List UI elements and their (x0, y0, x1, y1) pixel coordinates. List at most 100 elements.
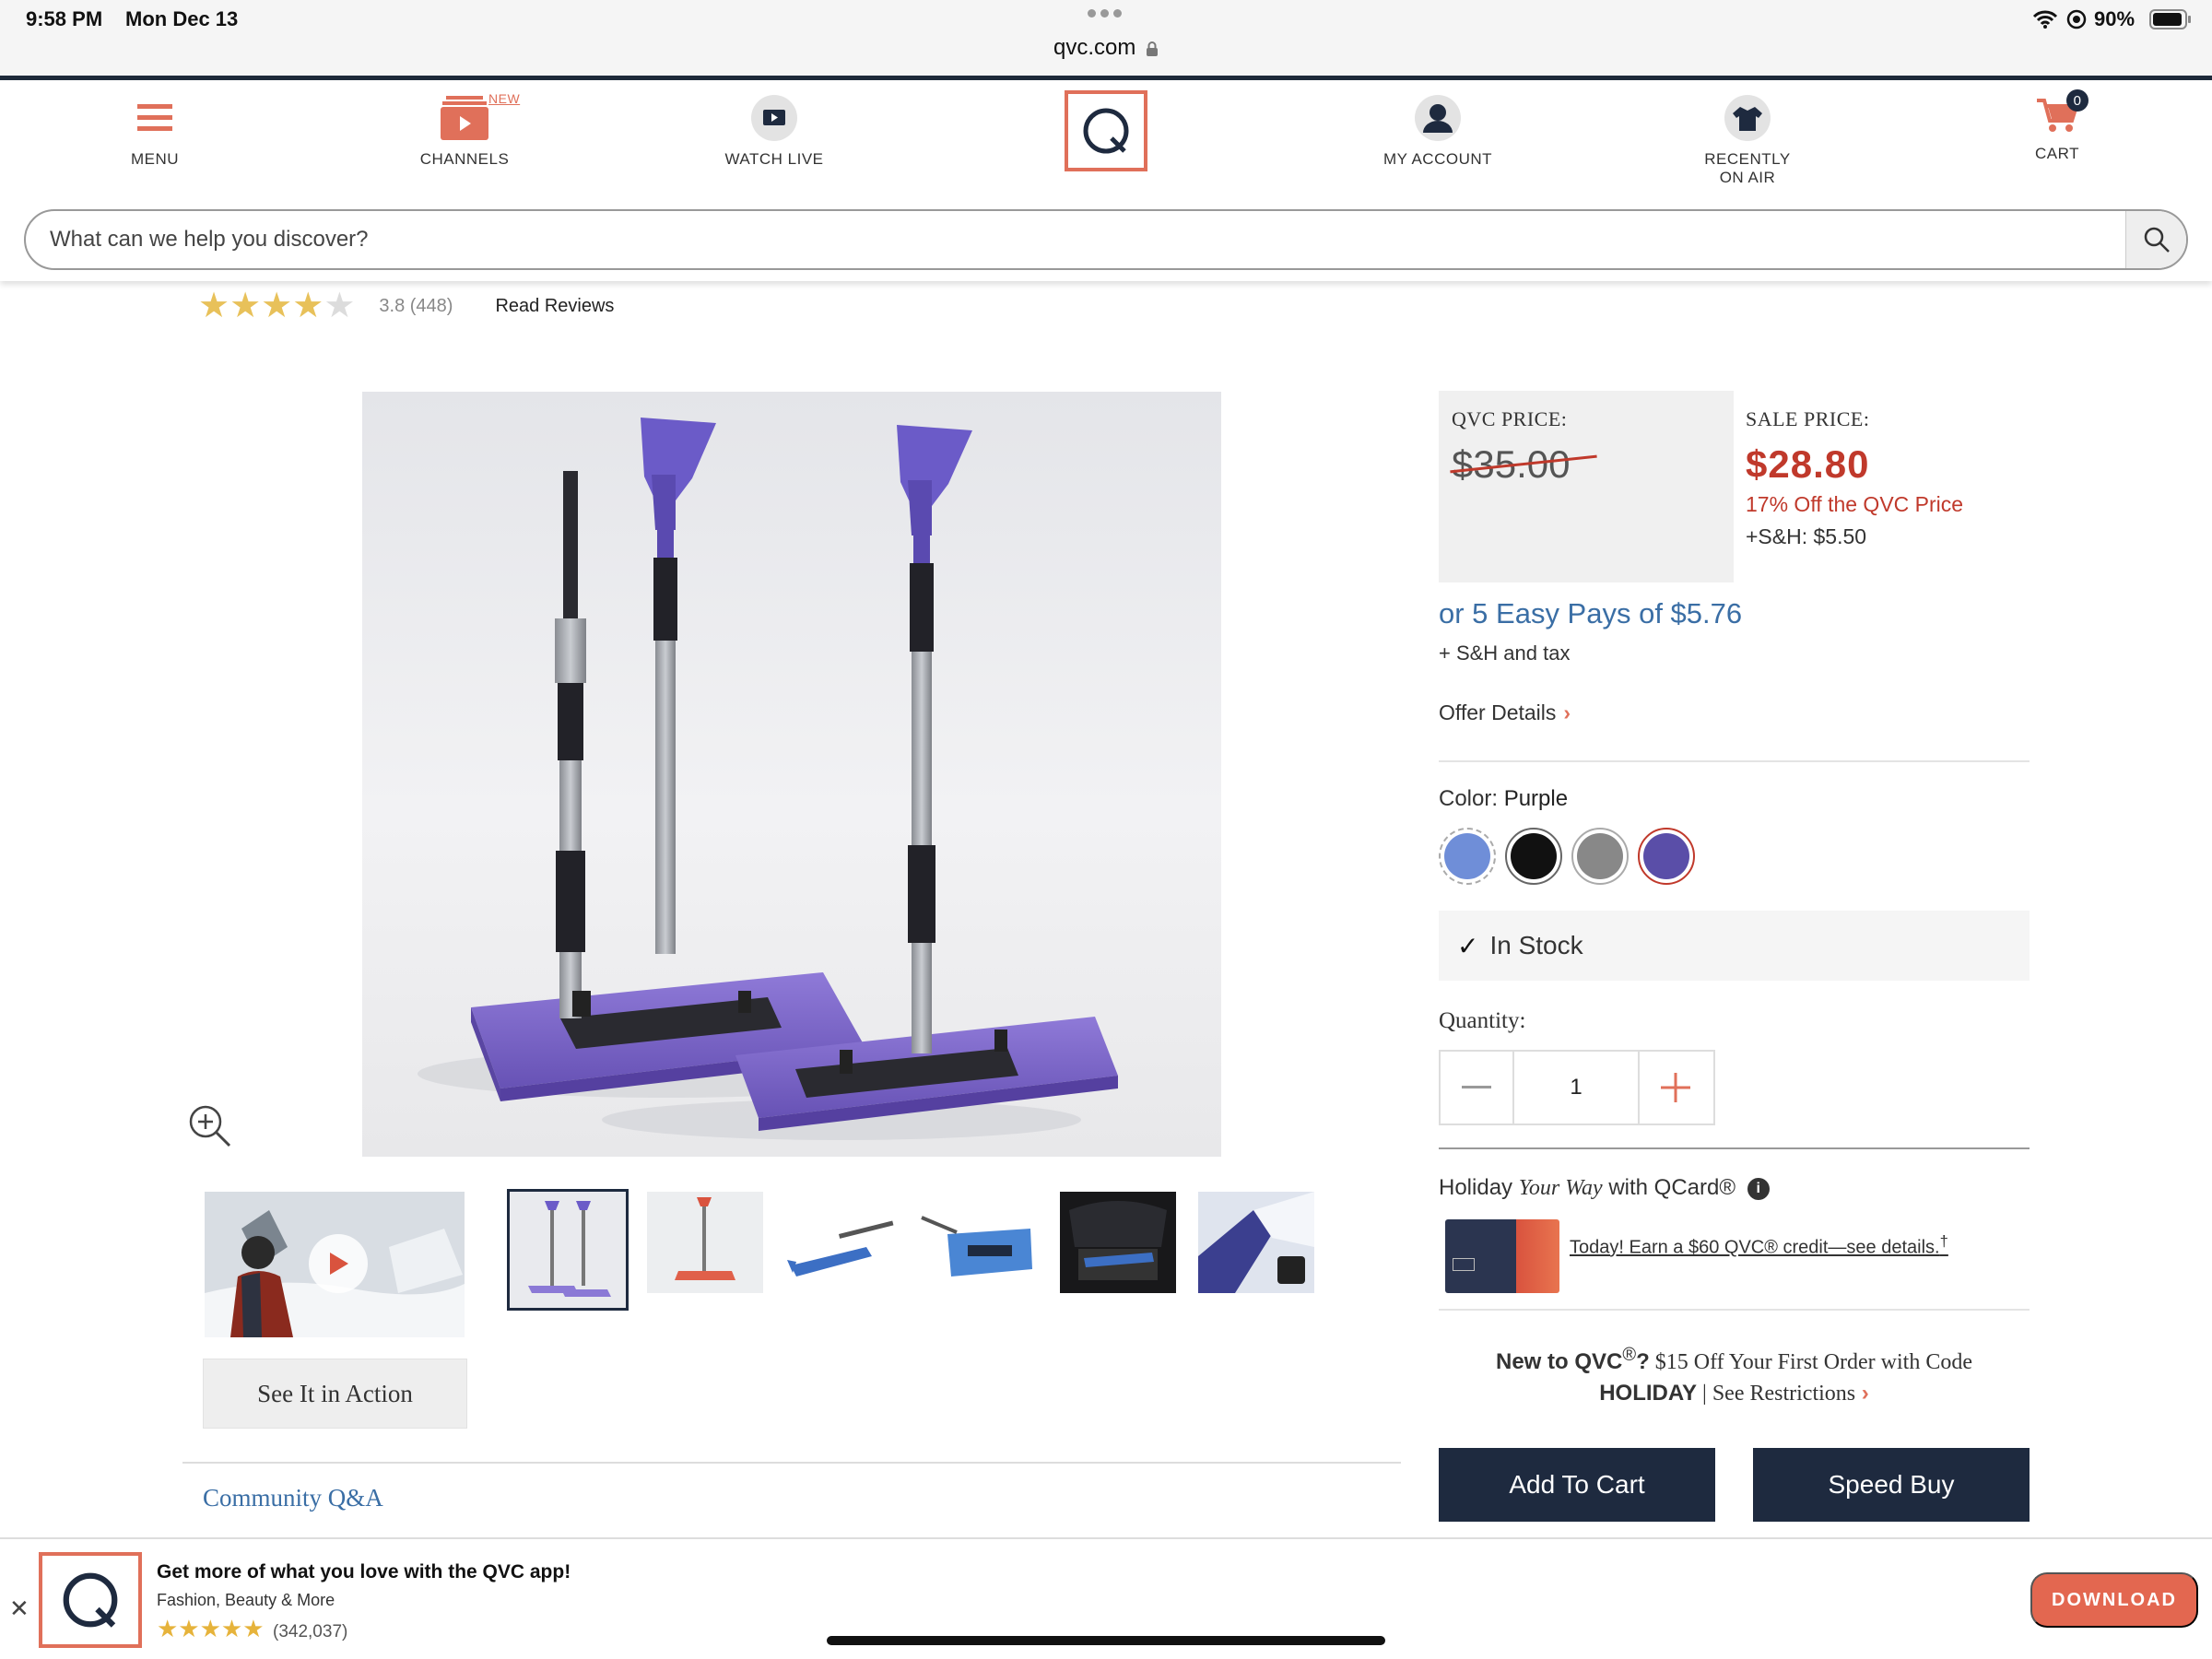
lock-icon (1147, 41, 1159, 56)
divider (1439, 1147, 2030, 1149)
recently-on-air-icon (1724, 95, 1771, 141)
qvc-price-value: $35.00 (1450, 442, 1597, 487)
qcard-heading-italic: Your Way (1518, 1176, 1603, 1200)
nav-watch-live-label: WATCH LIVE (724, 150, 824, 168)
home-indicator[interactable] (827, 1636, 1385, 1645)
promo-code: HOLIDAY (1599, 1381, 1697, 1406)
thumbnail-3[interactable] (783, 1192, 900, 1293)
rating-stars[interactable]: ★★★★★ (198, 288, 355, 324)
thumbnail-2[interactable] (647, 1192, 763, 1293)
nav-watch-live[interactable]: WATCH LIVE (673, 91, 876, 169)
search-input[interactable] (26, 211, 2081, 268)
add-to-cart-button[interactable]: Add To Cart (1439, 1448, 1715, 1522)
menu-icon (137, 104, 172, 131)
video-thumbnail[interactable] (205, 1192, 465, 1337)
quantity-value[interactable]: 1 (1512, 1052, 1640, 1124)
status-time: 9:58 PM (26, 7, 103, 30)
community-qna-link[interactable]: Community Q&A (203, 1484, 383, 1512)
nav-my-account-label: MY ACCOUNT (1382, 150, 1493, 168)
thumbnail-image (647, 1192, 763, 1293)
download-button[interactable]: DOWNLOAD (2030, 1572, 2198, 1628)
sh-tax-text: + S&H and tax (1439, 641, 1571, 665)
qcard-offer-text: Today! Earn a $60 QVC® credit—see detail… (1570, 1237, 1940, 1258)
plus-icon (1661, 1073, 1690, 1102)
channels-icon (441, 96, 488, 140)
nav-recently-label-2: ON AIR (1719, 169, 1776, 186)
nav-recently-label-1: RECENTLY (1704, 150, 1791, 168)
swatch-fill (1643, 833, 1689, 879)
swatch-fill (1511, 833, 1557, 879)
battery-percent: 90% (2094, 7, 2136, 30)
star-empty-icon: ★ (324, 287, 356, 325)
color-swatch-gray[interactable] (1571, 828, 1629, 885)
divider (1439, 1309, 2030, 1311)
offer-details-link[interactable]: Offer Details › (1439, 700, 1571, 725)
more-dots-icon[interactable] (1088, 9, 1124, 18)
quantity-decrease-button[interactable] (1441, 1052, 1512, 1124)
status-date: Mon Dec 13 (125, 7, 239, 30)
nav-cart[interactable]: 0 CART (1956, 89, 2159, 163)
see-restrictions-link[interactable]: See Restrictions (1712, 1382, 1855, 1406)
qvc-price-label: QVC PRICE: (1452, 407, 1568, 430)
color-swatch-black[interactable] (1505, 828, 1562, 885)
video-play-button[interactable] (309, 1234, 368, 1293)
easy-pay-text: or 5 Easy Pays of $5.76 (1439, 597, 1743, 629)
close-icon[interactable]: ✕ (9, 1594, 29, 1623)
read-reviews-link[interactable]: Read Reviews (495, 296, 614, 317)
checkmark-icon: ✓ (1457, 931, 1479, 960)
snow-brush-product-image (418, 418, 1118, 1140)
swatch-fill (1577, 833, 1623, 879)
url-text: qvc.com (1053, 35, 1136, 60)
nav-my-account[interactable]: MY ACCOUNT (1336, 91, 1539, 169)
star-filled-icon: ★ (229, 287, 262, 325)
zoom-button[interactable] (187, 1103, 233, 1149)
product-main-image[interactable] (362, 392, 1221, 1157)
quantity-increase-button[interactable] (1640, 1052, 1712, 1124)
promo-reg: ® (1622, 1345, 1637, 1365)
color-swatch-blue[interactable] (1439, 828, 1496, 885)
qcard-offer-link[interactable]: Today! Earn a $60 QVC® credit—see detail… (1570, 1232, 1948, 1259)
stock-text: In Stock (1489, 931, 1583, 959)
see-it-in-action-button[interactable]: See It in Action (203, 1359, 467, 1429)
qvc-q-logo-icon (1083, 108, 1129, 154)
color-label-text: Color: (1439, 786, 1499, 811)
quantity-label: Quantity: (1439, 1008, 1526, 1033)
zoom-in-icon (189, 1105, 231, 1147)
url-bar[interactable]: qvc.com (0, 35, 2212, 61)
thumbnail-5[interactable] (1060, 1192, 1176, 1293)
status-bar: 9:58 PM Mon Dec 13 qvc.com 90% (0, 0, 2212, 76)
color-swatch-purple[interactable] (1638, 828, 1695, 885)
speed-buy-button[interactable]: Speed Buy (1753, 1448, 2030, 1522)
banner-title: Get more of what you love with the QVC a… (157, 1561, 571, 1583)
qcard-heading: Holiday Your Way with QCard® i (1439, 1175, 1770, 1201)
account-icon (1415, 95, 1461, 141)
qvc-app-logo (39, 1552, 142, 1648)
sale-price-label: SALE PRICE: (1746, 407, 1870, 430)
promo-sep: | (1697, 1382, 1712, 1406)
qvc-q-logo-icon (63, 1572, 118, 1628)
qvc-logo[interactable] (1065, 90, 1147, 171)
thumbnail-image (783, 1192, 900, 1293)
thumbnail-1[interactable] (507, 1189, 629, 1311)
swatch-fill (1444, 833, 1490, 879)
thumbnail-6[interactable] (1198, 1192, 1314, 1293)
thumbnail-image (510, 1192, 626, 1308)
nav-recently-on-air[interactable]: RECENTLY ON AIR (1646, 91, 1849, 187)
thumbnail-image (1198, 1192, 1314, 1293)
nav-menu[interactable]: MENU (53, 91, 256, 169)
nav-channels[interactable]: NEW CHANNELS (363, 91, 566, 169)
divider (1439, 760, 2030, 762)
search-button[interactable] (2125, 211, 2186, 268)
new-customer-promo: New to QVC®? $15 Off Your First Order wi… (1439, 1339, 2030, 1409)
thumbnail-4[interactable] (920, 1192, 1036, 1293)
promo-offer: $15 Off Your First Order with Code (1649, 1350, 1972, 1374)
rating-text: 3.8 (448) (379, 295, 453, 316)
banner-subtitle: Fashion, Beauty & More (157, 1591, 335, 1609)
qcard-image (1445, 1219, 1559, 1293)
info-icon[interactable]: i (1747, 1177, 1770, 1200)
minus-icon (1462, 1086, 1491, 1088)
qcard-chip-icon (1453, 1258, 1475, 1271)
dagger-mark: † (1939, 1232, 1948, 1250)
new-badge: NEW (488, 91, 521, 106)
shipping-handling-text: +S&H: $5.50 (1746, 524, 1867, 548)
